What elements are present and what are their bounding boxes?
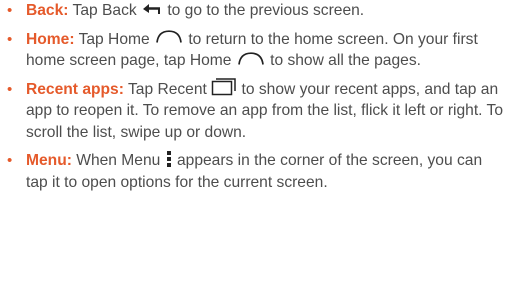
- list-item-recent-apps: • Recent apps: Tap Recent to show your r…: [0, 78, 511, 144]
- text-menu-before: When Menu: [71, 152, 165, 169]
- home-icon: [236, 52, 266, 66]
- home-icon: [154, 30, 184, 44]
- term-home: Home:: [26, 30, 75, 48]
- text-back-after: to go to the previous screen.: [163, 2, 365, 19]
- back-arrow-icon: [141, 2, 163, 16]
- bullet: •: [7, 152, 13, 169]
- bullet: •: [7, 80, 13, 98]
- text-home-before: Tap Home: [74, 30, 154, 48]
- text-back-before: Tap Back: [68, 2, 142, 19]
- bullet: •: [7, 30, 13, 48]
- term-recent-apps: Recent apps:: [26, 80, 124, 98]
- text-home-after-2: to show all the pages.: [265, 52, 421, 69]
- list-item-menu: • Menu: When Menu appears in the corner …: [0, 150, 511, 193]
- term-menu: Menu:: [26, 152, 72, 169]
- list-item-back: • Back: Tap Back to go to the previous s…: [0, 0, 511, 22]
- list-item-home: • Home: Tap Home to return to the home s…: [0, 29, 511, 72]
- bullet: •: [7, 2, 13, 19]
- recent-apps-icon: [211, 78, 237, 96]
- navigation-help-list: • Back: Tap Back to go to the previous s…: [0, 0, 511, 193]
- term-back: Back:: [26, 2, 69, 19]
- menu-dots-icon: [165, 150, 173, 168]
- text-recent-before: Tap Recent: [123, 80, 212, 98]
